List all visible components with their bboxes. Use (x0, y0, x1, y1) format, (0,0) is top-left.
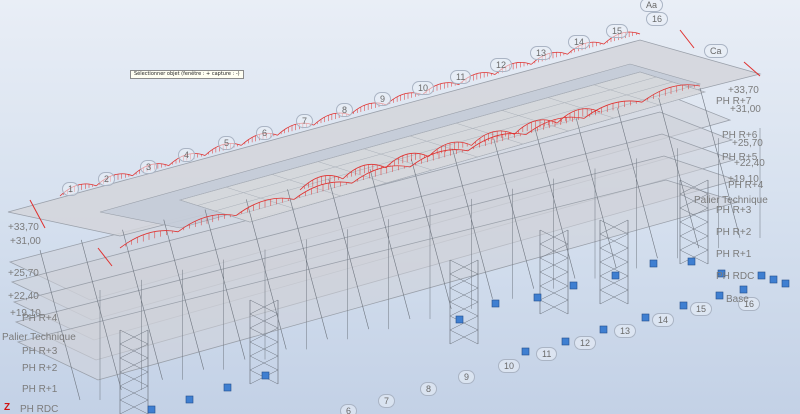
axis-label-bottom-14: 14 (652, 313, 675, 327)
support-node (641, 313, 650, 322)
axis-label-top-13: 13 (530, 46, 553, 60)
axis-label-top-5: 5 (218, 136, 236, 150)
support-node (649, 259, 658, 268)
level-left-ph-r4: PH R+4 (22, 313, 58, 324)
load-diagram (679, 29, 695, 49)
3d-viewport[interactable]: Sélectionner objet (fenêtre : + capture … (0, 0, 800, 414)
axis-label-bottom-6: 6 (340, 404, 358, 414)
support-node (599, 325, 608, 334)
support-node (147, 405, 156, 414)
level-left-palier-technique: Palier Technique (2, 332, 76, 343)
axis-label-bottom-9: 9 (458, 370, 476, 384)
axis-label-top-14: 14 (568, 35, 591, 49)
support-node (533, 293, 542, 302)
axis-label-top-12: 12 (490, 58, 513, 72)
structure-model[interactable] (0, 0, 800, 414)
axis-label-top-10: 10 (412, 81, 435, 95)
axis-label-bottom-13: 13 (614, 324, 637, 338)
level-right-3370: +33,70 (728, 85, 759, 96)
support-node (611, 271, 620, 280)
axis-label-top-4: 4 (178, 148, 196, 162)
support-node (561, 337, 570, 346)
support-node (687, 257, 696, 266)
axis-label-bottom-7: 7 (378, 394, 396, 408)
level-left-ph-r2: PH R+2 (22, 363, 58, 374)
support-node (569, 281, 578, 290)
axis-label-bottom-15: 15 (690, 302, 713, 316)
level-right-ph-r2: PH R+2 (716, 227, 752, 238)
axis-label-bottom-8: 8 (420, 382, 438, 396)
support-node (679, 301, 688, 310)
level-left-ph-r1: PH R+1 (22, 384, 58, 395)
support-node (715, 291, 724, 300)
support-node (261, 371, 270, 380)
level-left-ph-rdc: PH RDC (20, 404, 59, 414)
axis-label-top-3: 3 (140, 160, 158, 174)
axis-label-top-6: 6 (256, 126, 274, 140)
support-node (521, 347, 530, 356)
selection-tooltip: Sélectionner objet (fenêtre : + capture … (130, 70, 244, 79)
support-node (223, 383, 232, 392)
support-node (769, 275, 778, 284)
axis-label-top-16: 16 (646, 12, 669, 26)
level-right-base: Base (726, 294, 749, 305)
axis-label-aa: Aa (640, 0, 664, 12)
support-node (491, 299, 500, 308)
axis-label-bottom-11: 11 (536, 347, 558, 361)
level-right-ph-r3: PH R+3 (716, 205, 752, 216)
support-node (185, 395, 194, 404)
axis-label-top-8: 8 (336, 103, 354, 117)
axis-label-top-9: 9 (374, 92, 392, 106)
level-right-ph-r4: PH R+4 (728, 180, 764, 191)
axis-label-top-2: 2 (98, 172, 116, 186)
support-node (781, 279, 790, 288)
level-right-ph-r1: PH R+1 (716, 249, 752, 260)
level-right-ph-rdc: PH RDC (716, 271, 755, 282)
axis-label-ca: Ca (704, 44, 728, 58)
level-right-3100: +31,00 (730, 104, 761, 115)
level-right-2240: +22,40 (734, 158, 765, 169)
axis-label-top-1: 1 (62, 182, 80, 196)
axis-label-top-7: 7 (296, 114, 314, 128)
level-left-2240: +22,40 (8, 291, 39, 302)
axis-label-top-11: 11 (450, 70, 472, 84)
level-left-ph-r3: PH R+3 (22, 346, 58, 357)
level-left-3100: +31,00 (10, 236, 41, 247)
axis-label-bottom-12: 12 (574, 336, 597, 350)
axis-label-bottom-10: 10 (498, 359, 521, 373)
support-node (739, 285, 748, 294)
level-left-2570: +25,70 (8, 268, 39, 279)
level-left-3370: +33,70 (8, 222, 39, 233)
level-right-2570: +25,70 (732, 138, 763, 149)
support-node (455, 315, 464, 324)
support-node (757, 271, 766, 280)
z-axis-label: Z (4, 402, 11, 413)
axis-label-top-15: 15 (606, 24, 629, 38)
